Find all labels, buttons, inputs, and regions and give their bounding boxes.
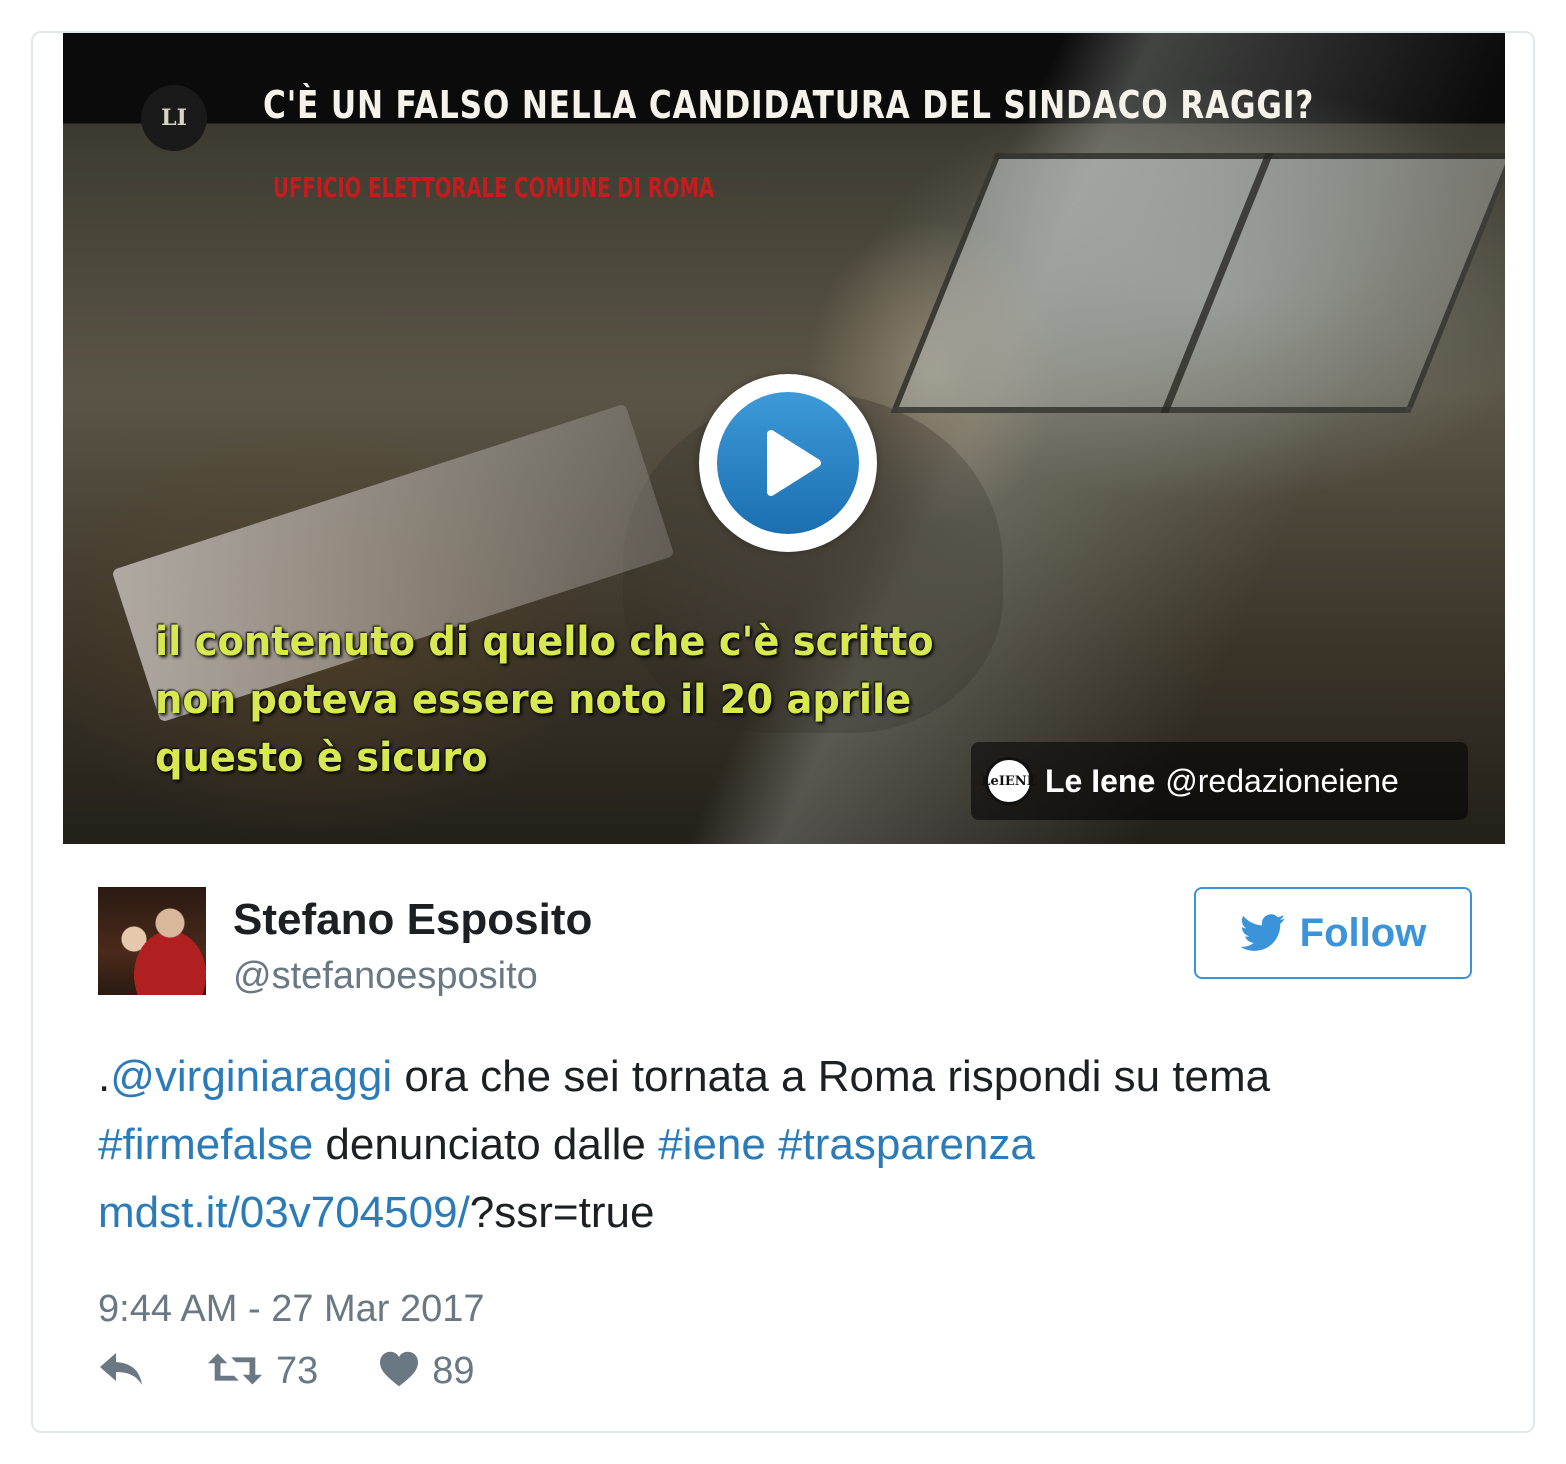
heart-icon bbox=[378, 1350, 420, 1393]
quote-line: il contenuto di quello che c'è scritto bbox=[155, 619, 934, 665]
tweet-timestamp[interactable]: 9:44 AM - 27 Mar 2017 bbox=[98, 1288, 485, 1331]
attribution-handle: @redazioneiene bbox=[1165, 762, 1399, 799]
video-overlay-title: C'È UN FALSO NELLA CANDIDATURA DEL SINDA… bbox=[263, 83, 1315, 127]
like-button[interactable]: 89 bbox=[378, 1349, 475, 1393]
video-attribution[interactable]: LeIENE Le Iene @redazioneiene bbox=[971, 742, 1468, 820]
tweet-text-segment: ora che sei tornata a Roma rispondi su t… bbox=[392, 1052, 1271, 1101]
hashtag-link[interactable]: #iene bbox=[658, 1120, 766, 1169]
window-background bbox=[890, 153, 1505, 413]
author-handle[interactable]: @stefanoesposito bbox=[233, 955, 538, 998]
attribution-name: Le Iene bbox=[1045, 762, 1156, 799]
tweet-prefix: . bbox=[98, 1052, 111, 1101]
author-name[interactable]: Stefano Esposito bbox=[233, 895, 592, 945]
hashtag-link[interactable]: #trasparenza bbox=[778, 1120, 1035, 1169]
le-iene-logo-icon: LI bbox=[141, 85, 207, 151]
play-button[interactable] bbox=[699, 374, 877, 552]
quote-line: non poteva essere noto il 20 aprile bbox=[155, 677, 912, 723]
follow-label: Follow bbox=[1299, 910, 1427, 955]
play-icon bbox=[717, 392, 859, 534]
tweet-card: LI C'È UN FALSO NELLA CANDIDATURA DEL SI… bbox=[31, 31, 1535, 1433]
hashtag-link[interactable]: #firmefalse bbox=[98, 1120, 313, 1169]
retweet-button[interactable]: 73 bbox=[206, 1350, 318, 1393]
video-overlay-subtitle: UFFICIO ELETTORALE COMUNE DI ROMA bbox=[273, 171, 715, 204]
reply-button[interactable] bbox=[98, 1351, 146, 1392]
like-count: 89 bbox=[432, 1349, 475, 1392]
reply-icon bbox=[98, 1351, 146, 1392]
url-link[interactable]: mdst.it/03v704509/ bbox=[98, 1188, 470, 1237]
tweet-text: .@virginiaraggi ora che sei tornata a Ro… bbox=[98, 1043, 1478, 1247]
mention-link[interactable]: @virginiaraggi bbox=[110, 1052, 392, 1101]
tweet-actions: 73 89 bbox=[98, 1341, 535, 1401]
avatar[interactable] bbox=[98, 887, 206, 995]
url-suffix: ?ssr=true bbox=[469, 1188, 655, 1237]
le-iene-avatar-icon: LeIENE bbox=[981, 757, 1037, 805]
retweet-count: 73 bbox=[276, 1349, 319, 1392]
twitter-bird-icon bbox=[1239, 914, 1286, 952]
tweet-text-segment: denunciato dalle bbox=[313, 1120, 659, 1169]
video-thumbnail[interactable]: LI C'È UN FALSO NELLA CANDIDATURA DEL SI… bbox=[63, 33, 1505, 844]
tweet-text-space bbox=[766, 1120, 778, 1169]
retweet-icon bbox=[206, 1351, 264, 1392]
follow-button[interactable]: Follow bbox=[1194, 887, 1472, 979]
